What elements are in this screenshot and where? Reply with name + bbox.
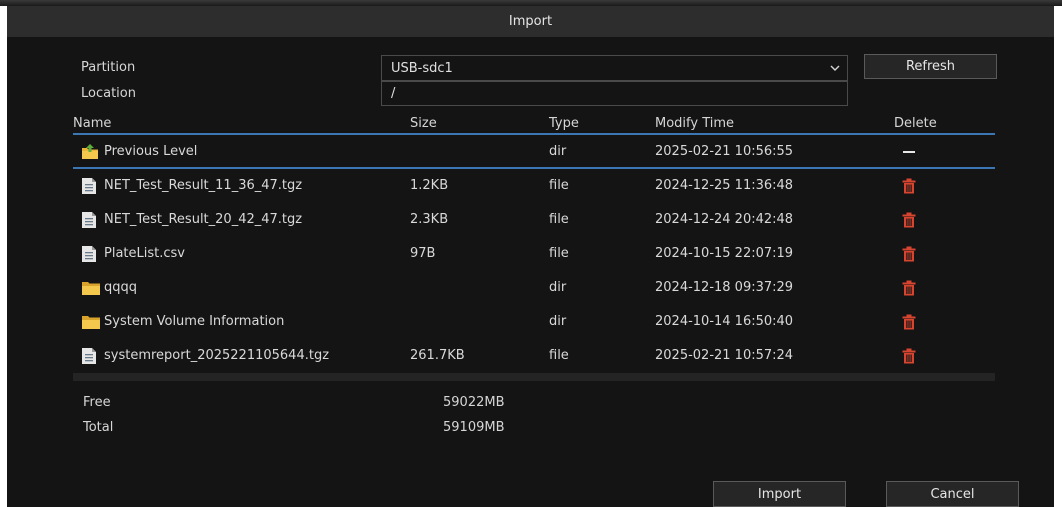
free-value: 59022MB (443, 395, 505, 410)
row-modify-time: 2025-02-21 10:57:24 (655, 348, 794, 363)
file-icon (82, 246, 96, 262)
table-row[interactable]: System Volume Information dir 2024-10-14… (73, 305, 995, 339)
trash-icon[interactable] (902, 246, 916, 262)
table-row[interactable]: qqqq dir 2024-12-18 09:37:29 (73, 271, 995, 305)
import-button-label: Import (757, 486, 802, 502)
col-size-header: Size (410, 116, 437, 131)
row-modify-time: 2025-02-21 10:56:55 (655, 144, 794, 159)
col-name-header: Name (73, 116, 112, 131)
row-size: 97B (410, 246, 436, 261)
row-type: file (549, 348, 569, 363)
free-label: Free (83, 395, 111, 410)
row-size: 2.3KB (410, 212, 449, 227)
col-modify-time-header: Modify Time (655, 116, 735, 131)
row-modify-time: 2024-12-18 09:37:29 (655, 280, 794, 295)
location-field[interactable]: / (381, 81, 848, 106)
row-type: dir (549, 314, 567, 329)
row-name: qqqq (104, 280, 138, 295)
import-dialog: Import Partition USB-sdc1 Refresh Locati… (7, 6, 1054, 507)
row-name: PlateList.csv (104, 246, 185, 261)
partition-select[interactable]: USB-sdc1 (381, 55, 848, 81)
row-size: 1.2KB (410, 178, 449, 193)
row-type: dir (549, 144, 567, 159)
row-name: systemreport_2025221105644.tgz (104, 348, 330, 363)
table-header: Name Size Type Modify Time Delete (73, 113, 995, 135)
horizontal-scrollbar[interactable] (73, 373, 995, 381)
trash-icon[interactable] (902, 280, 916, 296)
total-value: 59109MB (443, 420, 505, 435)
partition-value: USB-sdc1 (391, 61, 453, 76)
row-type: file (549, 246, 569, 261)
location-value: / (391, 86, 396, 101)
row-size: 261.7KB (410, 348, 465, 363)
dialog-titlebar: Import (7, 6, 1054, 37)
row-type: file (549, 212, 569, 227)
folder-up-icon (82, 144, 98, 159)
cancel-button[interactable]: Cancel (886, 481, 1019, 507)
folder-icon (82, 316, 100, 329)
row-modify-time: 2024-10-15 22:07:19 (655, 246, 794, 261)
row-name: System Volume Information (104, 314, 285, 329)
dialog-title: Import (508, 14, 553, 29)
trash-icon[interactable] (902, 314, 916, 330)
row-modify-time: 2024-10-14 16:50:40 (655, 314, 794, 329)
row-modify-time: 2024-12-25 11:36:48 (655, 178, 794, 193)
no-delete-dash (903, 151, 915, 153)
partition-label: Partition (81, 60, 136, 75)
table-row[interactable]: PlateList.csv 97B file 2024-10-15 22:07:… (73, 237, 995, 271)
file-table: Name Size Type Modify Time Delete Previo… (73, 113, 995, 364)
row-name: Previous Level (104, 144, 198, 159)
trash-icon[interactable] (902, 212, 916, 228)
refresh-button[interactable]: Refresh (864, 54, 997, 79)
row-name: NET_Test_Result_20_42_47.tgz (104, 212, 303, 227)
file-icon (82, 348, 96, 364)
row-type: dir (549, 280, 567, 295)
cancel-button-label: Cancel (930, 486, 975, 502)
file-icon (82, 212, 96, 228)
table-row[interactable]: NET_Test_Result_11_36_47.tgz 1.2KB file … (73, 169, 995, 203)
file-icon (82, 178, 96, 194)
import-button[interactable]: Import (713, 481, 846, 507)
folder-icon (82, 282, 100, 295)
refresh-button-label: Refresh (905, 59, 956, 74)
location-label: Location (81, 86, 136, 101)
col-delete-header: Delete (894, 116, 937, 131)
trash-icon[interactable] (902, 178, 916, 194)
trash-icon[interactable] (902, 348, 916, 364)
table-row[interactable]: Previous Level dir 2025-02-21 10:56:55 (73, 135, 995, 169)
table-row[interactable]: systemreport_2025221105644.tgz 261.7KB f… (73, 339, 995, 373)
row-type: file (549, 178, 569, 193)
row-modify-time: 2024-12-24 20:42:48 (655, 212, 794, 227)
total-label: Total (83, 420, 114, 435)
chevron-down-icon (830, 65, 840, 71)
row-name: NET_Test_Result_11_36_47.tgz (104, 178, 303, 193)
table-row[interactable]: NET_Test_Result_20_42_47.tgz 2.3KB file … (73, 203, 995, 237)
col-type-header: Type (549, 116, 579, 131)
